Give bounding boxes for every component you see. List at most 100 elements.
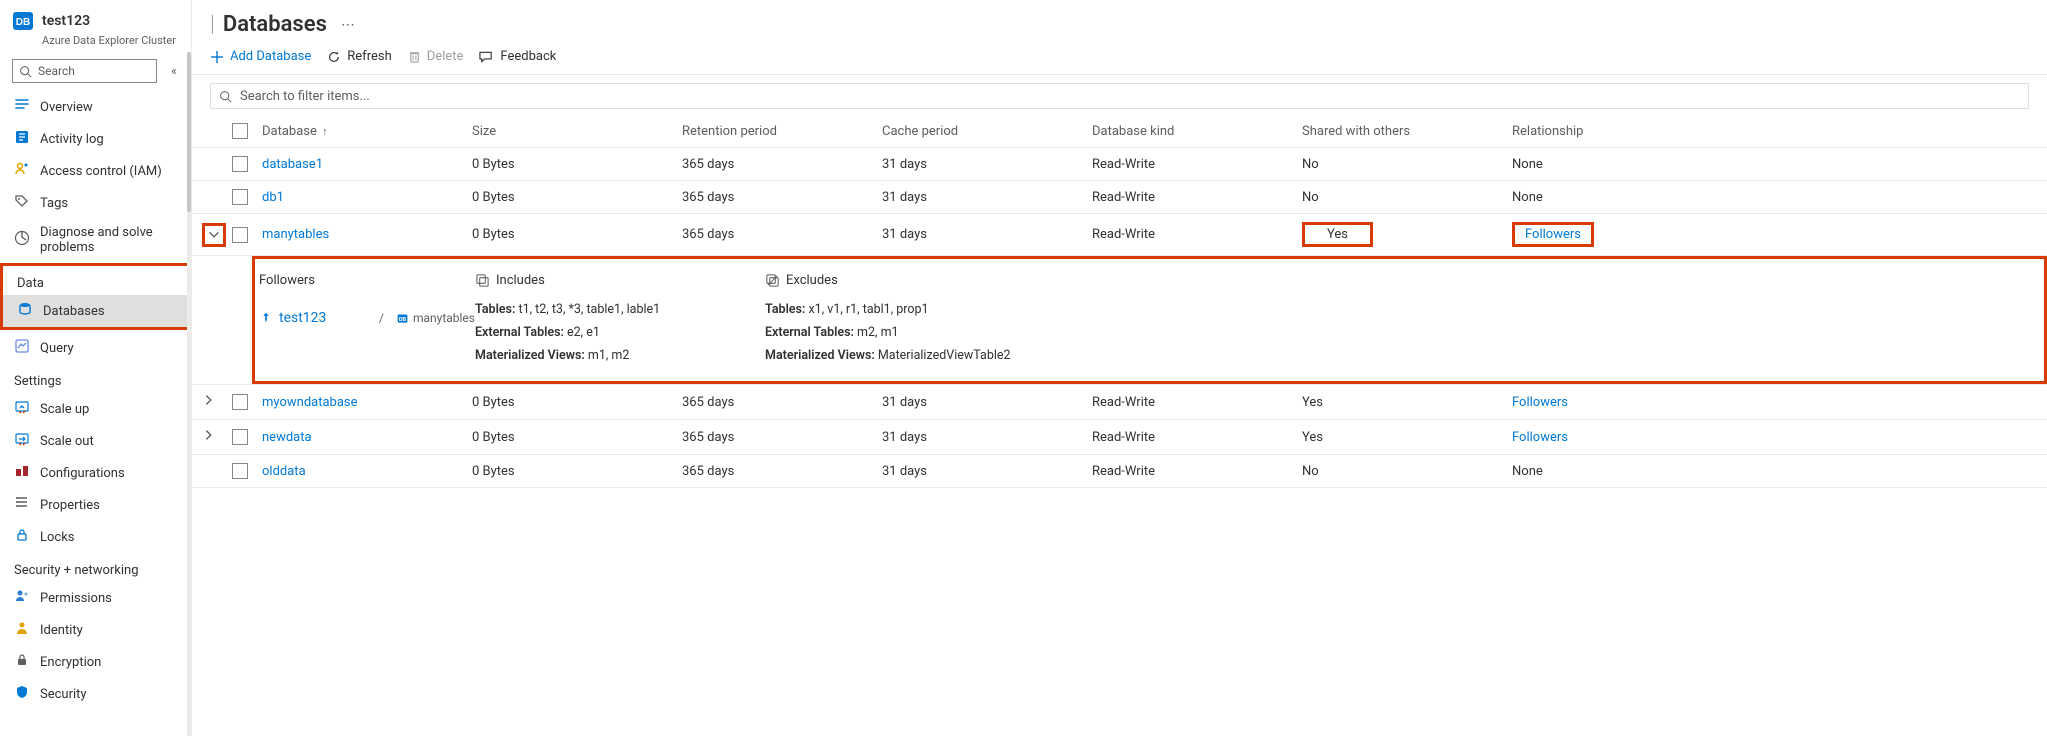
row-checkbox[interactable] [232, 463, 248, 479]
relationship-link[interactable]: Followers [1525, 227, 1581, 242]
sidebar-item-identity[interactable]: Identity [0, 614, 191, 646]
kind-cell: Read-Write [1082, 385, 1292, 420]
add-database-button[interactable]: Add Database [210, 49, 311, 64]
follower-cluster-link[interactable]: test123 [279, 310, 326, 326]
includes-tables: Tables: t1, t2, t3, *3, table1, lable1 [475, 302, 765, 317]
config-icon [14, 463, 30, 483]
table-row: myowndatabase 0 Bytes 365 days 31 days R… [192, 385, 2047, 420]
database-name-link[interactable]: manytables [262, 227, 329, 242]
feedback-label: Feedback [500, 49, 556, 64]
shared-cell: Yes [1292, 420, 1502, 455]
sidebar-item-security[interactable]: Security [0, 678, 191, 710]
cache-cell: 31 days [872, 420, 1082, 455]
table-row: db1 0 Bytes 365 days 31 days Read-Write … [192, 181, 2047, 214]
expand-row-button[interactable] [202, 223, 226, 247]
sidebar-item-diagnose[interactable]: Diagnose and solve problems [0, 219, 191, 261]
sidebar-item-label: Access control (IAM) [40, 164, 162, 179]
sidebar-item-label: Scale up [40, 402, 89, 417]
rel-cell: None [1502, 148, 2047, 181]
relationship-link[interactable]: Followers [1512, 395, 1568, 410]
rel-cell: Followers [1502, 214, 2047, 256]
column-header-size[interactable]: Size [462, 115, 672, 148]
database-name-link[interactable]: db1 [262, 190, 284, 205]
delete-label: Delete [427, 49, 464, 64]
table-row: newdata 0 Bytes 365 days 31 days Read-Wr… [192, 420, 2047, 455]
column-header-rel[interactable]: Relationship [1502, 115, 2047, 148]
select-all-checkbox[interactable] [232, 123, 248, 139]
props-icon [14, 495, 30, 515]
database-name-link[interactable]: myowndatabase [262, 395, 358, 410]
follower-sep: / [379, 311, 384, 325]
page-more-button[interactable]: ⋯ [335, 17, 355, 33]
resource-title: test123 [42, 13, 90, 29]
sidebar-search-input[interactable]: Search [12, 59, 157, 83]
sidebar-item-scaleout[interactable]: Scale out [0, 425, 191, 457]
sidebar-item-label: Overview [40, 100, 93, 115]
excludes-icon [765, 273, 780, 288]
sidebar-item-activity[interactable]: Activity log [0, 123, 191, 155]
sidebar-item-scaleup[interactable]: Scale up [0, 393, 191, 425]
excludes-mat-views: Materialized Views: MaterializedViewTabl… [765, 348, 2044, 363]
shared-cell: No [1292, 148, 1502, 181]
database-name-link[interactable]: olddata [262, 464, 306, 479]
perms-icon [14, 588, 30, 608]
row-checkbox[interactable] [232, 156, 248, 172]
refresh-button[interactable]: Refresh [327, 49, 391, 64]
sidebar-item-label: Scale out [40, 434, 94, 449]
sidebar-item-overview[interactable]: Overview [0, 91, 191, 123]
add-database-label: Add Database [230, 49, 311, 64]
ret-cell: 365 days [672, 455, 872, 488]
delete-button: Delete [408, 49, 464, 64]
database-name-link[interactable]: database1 [262, 157, 323, 172]
sidebar-item-perms[interactable]: Permissions [0, 582, 191, 614]
activity-icon [14, 129, 30, 149]
sidebar-item-props[interactable]: Properties [0, 489, 191, 521]
iam-icon [14, 161, 30, 181]
feedback-button[interactable]: Feedback [479, 49, 556, 64]
kind-cell: Read-Write [1082, 455, 1292, 488]
shared-cell: Yes [1292, 385, 1502, 420]
expand-row-button[interactable] [202, 396, 216, 411]
sidebar-item-locks[interactable]: Locks [0, 521, 191, 553]
rel-cell: None [1502, 181, 2047, 214]
row-checkbox[interactable] [232, 227, 248, 243]
sidebar-data-highlight: Data Databases [0, 263, 191, 330]
sidebar-item-config[interactable]: Configurations [0, 457, 191, 489]
includes-ext-tables: External Tables: e2, e1 [475, 325, 765, 340]
overview-icon [14, 97, 30, 117]
sidebar-item-database[interactable]: Databases [3, 295, 188, 327]
sidebar-scrollbar-thumb[interactable] [187, 52, 191, 212]
row-checkbox[interactable] [232, 394, 248, 410]
resource-type: Azure Data Explorer Cluster [0, 34, 191, 47]
sidebar-item-label: Security [40, 687, 87, 702]
database-name-link[interactable]: newdata [262, 430, 312, 445]
sidebar-collapse-button[interactable]: « [163, 64, 183, 78]
tags-icon [14, 193, 30, 213]
row-checkbox[interactable] [232, 189, 248, 205]
column-header-kind[interactable]: Database kind [1082, 115, 1292, 148]
column-header-cache[interactable]: Cache period [872, 115, 1082, 148]
column-header-ret[interactable]: Retention period [672, 115, 872, 148]
cache-cell: 31 days [872, 214, 1082, 256]
sidebar-item-encrypt[interactable]: Encryption [0, 646, 191, 678]
query-icon [14, 338, 30, 358]
relationship-cell-highlight: Followers [1512, 222, 1594, 247]
sidebar-item-iam[interactable]: Access control (IAM) [0, 155, 191, 187]
sidebar-item-label: Databases [43, 304, 105, 319]
filter-input[interactable]: Search to filter items... [210, 83, 2029, 109]
relationship-link[interactable]: Followers [1512, 430, 1568, 445]
sort-asc-icon: ↑ [322, 125, 328, 138]
expand-row-button[interactable] [202, 431, 216, 446]
sidebar-scrollbar[interactable] [187, 52, 191, 736]
sidebar-item-query[interactable]: Query [0, 332, 191, 364]
sidebar-item-tags[interactable]: Tags [0, 187, 191, 219]
includes-mat-views: Materialized Views: m1, m2 [475, 348, 765, 363]
shared-cell: Yes [1292, 214, 1502, 256]
row-checkbox[interactable] [232, 429, 248, 445]
column-header-name[interactable]: Database ↑ [252, 115, 462, 148]
size-cell: 0 Bytes [462, 214, 672, 256]
kind-cell: Read-Write [1082, 181, 1292, 214]
column-header-shared[interactable]: Shared with others [1292, 115, 1502, 148]
details-row: Followers test123 / manytables [192, 256, 2047, 385]
scaleout-icon [14, 431, 30, 451]
